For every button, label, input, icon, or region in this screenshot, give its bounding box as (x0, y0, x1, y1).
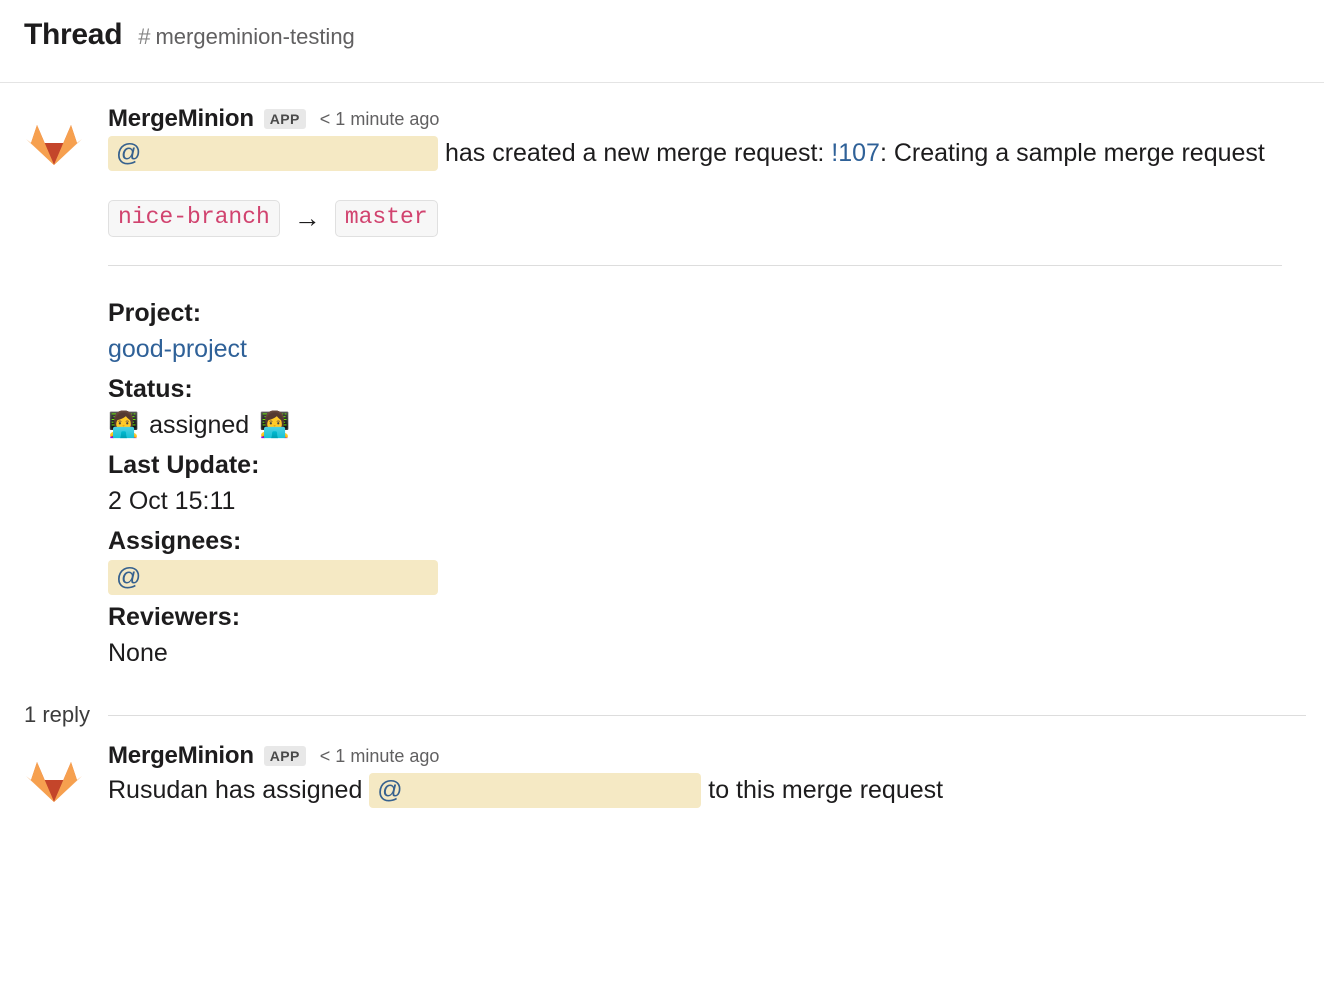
message-text: @ has created a new merge request: !107:… (108, 135, 1300, 172)
last-update-label: Last Update: (108, 451, 260, 480)
status-value: assigned (149, 410, 250, 439)
last-update-value: 2 Oct 15:11 (108, 486, 236, 515)
message-text-lead: has created a new merge request: (444, 139, 832, 167)
message-timestamp[interactable]: < 1 minute ago (320, 747, 440, 765)
reviewers-value: None (108, 638, 168, 667)
channel-label: mergeminion-testing (155, 24, 355, 49)
message-timestamp[interactable]: < 1 minute ago (320, 110, 440, 128)
technologist-emoji-right: 👩‍💻 (259, 410, 291, 439)
app-badge: APP (263, 746, 306, 767)
target-branch-chip: master (334, 199, 438, 238)
reviewers-label: Reviewers: (108, 603, 241, 632)
merge-request-link[interactable]: !107 (831, 139, 880, 167)
assignees-value: @ (108, 559, 1300, 596)
reply-text-lead: Rusudan has assigned (108, 776, 370, 805)
status-label: Status: (108, 375, 193, 404)
message-reply: MergeMinion APP < 1 minute ago Rusudan h… (0, 728, 1324, 813)
assignees-label: Assignees: (108, 527, 242, 556)
branch-row: nice-branch → master (108, 199, 1300, 238)
user-mention-pill[interactable]: @ (369, 773, 702, 809)
status-value-row: 👩‍💻 assigned 👩‍💻 (108, 408, 1300, 444)
thread-header: Thread # mergeminion-testing (0, 0, 1324, 83)
attachment-divider (108, 265, 1282, 267)
sender-name[interactable]: MergeMinion (108, 107, 254, 131)
reply-count-label[interactable]: 1 reply (24, 702, 90, 728)
avatar[interactable] (20, 107, 88, 175)
reply-text-tail: to this merge request (708, 776, 944, 805)
sender-name[interactable]: MergeMinion (108, 744, 254, 768)
assignee-mention-pill[interactable]: @ (108, 559, 438, 595)
hash-icon: # (138, 24, 151, 49)
channel-name[interactable]: # mergeminion-testing (138, 24, 355, 50)
message-header: MergeMinion APP < 1 minute ago (108, 744, 1300, 768)
message-header: MergeMinion APP < 1 minute ago (108, 107, 1300, 131)
merge-request-fields: Project: good-project Status: 👩‍💻 assign… (108, 296, 1300, 671)
reply-divider (108, 714, 1306, 716)
user-mention-pill[interactable]: @ (108, 136, 438, 171)
page-title: Thread (24, 18, 123, 51)
arrow-right-icon: → (293, 202, 321, 233)
message-text-tail: : Creating a sample merge request (879, 139, 1265, 167)
message-body: MergeMinion APP < 1 minute ago @ has cre… (108, 105, 1300, 676)
avatar[interactable] (20, 744, 88, 813)
message-text: Rusudan has assigned @ to this merge req… (108, 772, 1300, 809)
message-body: MergeMinion APP < 1 minute ago Rusudan h… (108, 742, 1300, 809)
message-list: MergeMinion APP < 1 minute ago @ has cre… (0, 83, 1324, 813)
project-label: Project: (108, 299, 202, 328)
app-badge: APP (263, 109, 306, 129)
message-parent: MergeMinion APP < 1 minute ago @ has cre… (0, 83, 1324, 676)
reply-separator: 1 reply (24, 702, 1306, 728)
source-branch-chip: nice-branch (108, 199, 280, 238)
project-value-link[interactable]: good-project (108, 332, 1300, 368)
technologist-emoji-left: 👩‍💻 (108, 410, 140, 439)
